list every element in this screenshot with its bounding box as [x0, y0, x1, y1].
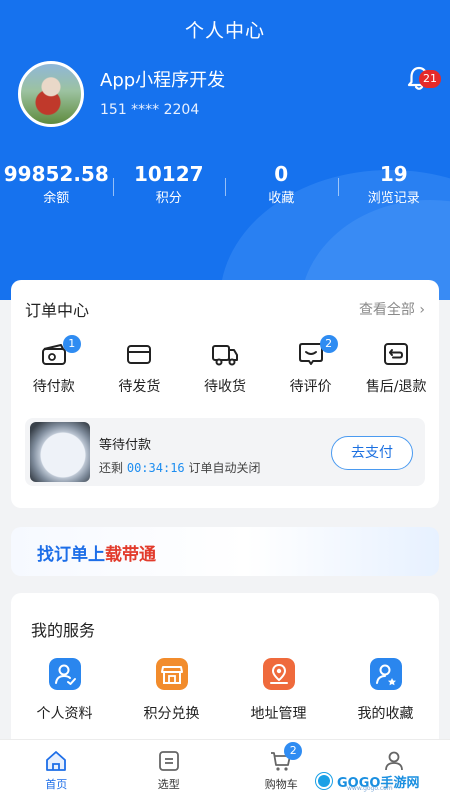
watermark-url: www.gogo.com [347, 785, 393, 792]
stat-value: 99852.58 [3, 162, 109, 186]
pending-countdown: 还剩 00:34:16 订单自动关闭 [99, 459, 260, 476]
service-label: 我的收藏 [357, 706, 414, 722]
user-name: App小程序开发 [100, 70, 226, 91]
order-label: 待收货 [203, 379, 246, 395]
watermark-logo-icon [316, 773, 332, 789]
order-label: 待发货 [118, 379, 161, 395]
countdown-prefix: 还剩 [99, 461, 124, 475]
services-card: 我的服务 个人资料 积分兑换 地址管理 我的收藏 [11, 593, 439, 753]
stat-label: 收藏 [268, 191, 295, 206]
stat-label: 余额 [43, 191, 70, 206]
banner-text-part2: 载带通 [105, 545, 156, 565]
stat-balance[interactable]: 99852.58 余额 [0, 160, 113, 216]
view-all-link[interactable]: 查看全部 › [359, 299, 425, 319]
page-title: 个人中心 [184, 20, 265, 42]
notification-badge: 21 [419, 70, 441, 88]
order-label: 待付款 [32, 379, 75, 395]
service-profile[interactable]: 个人资料 [11, 658, 118, 723]
tab-home[interactable]: 首页 [0, 740, 113, 800]
home-icon [46, 751, 67, 771]
stat-value: 19 [379, 162, 408, 186]
user-profile-icon [48, 658, 81, 690]
pending-order-card[interactable]: 等待付款 还剩 00:34:16 订单自动关闭 去支付 [25, 418, 425, 486]
order-status-row: 1 待付款 待发货 待收货 2 待评价 售后/退款 [11, 335, 439, 405]
stat-points[interactable]: 10127 积分 [112, 160, 226, 216]
cart-badge: 2 [284, 742, 303, 760]
banner-text-part1: 找订单上 [37, 545, 105, 565]
service-label: 地址管理 [250, 706, 307, 722]
stat-label: 积分 [155, 191, 182, 206]
truck-icon [211, 345, 238, 366]
list-icon [158, 751, 179, 771]
stat-label: 浏览记录 [367, 191, 420, 206]
pay-button[interactable]: 去支付 [331, 436, 413, 470]
order-label: 待评价 [289, 379, 332, 395]
order-badge: 2 [319, 335, 338, 353]
order-pending-shipment[interactable]: 待发货 [97, 335, 183, 405]
watermark: GOGO手游网 www.gogo.com [313, 770, 447, 792]
profile-header: 个人中心 App小程序开发 151 **** 2204 21 99852.58 … [0, 0, 450, 300]
order-pending-payment[interactable]: 1 待付款 [11, 335, 97, 405]
order-center-card: 订单中心 查看全部 › 1 待付款 待发货 待收货 2 待评价 售后/退款 等待… [11, 280, 439, 508]
order-pending-review[interactable]: 2 待评价 [268, 335, 354, 405]
service-label: 个人资料 [36, 706, 93, 722]
tab-label: 首页 [45, 778, 68, 791]
countdown-time: 00:34:16 [126, 461, 185, 475]
service-address[interactable]: 地址管理 [225, 658, 332, 723]
order-center-title: 订单中心 [25, 301, 90, 320]
countdown-suffix: 订单自动关闭 [188, 461, 261, 475]
pending-order-title: 等待付款 [99, 438, 152, 453]
order-badge: 1 [62, 335, 81, 353]
store-icon [155, 658, 188, 690]
tab-label: 选型 [157, 778, 180, 791]
stat-favorites[interactable]: 0 收藏 [225, 160, 338, 216]
favorite-user-icon [369, 658, 402, 690]
service-favorites[interactable]: 我的收藏 [332, 658, 439, 723]
order-label: 售后/退款 [365, 379, 427, 395]
location-icon [262, 658, 295, 690]
view-all-label: 查看全部 [358, 302, 415, 318]
order-pending-receipt[interactable]: 待收货 [182, 335, 268, 405]
tab-selection[interactable]: 选型 [113, 740, 226, 800]
banner-text: 找订单上载带通 [37, 540, 156, 565]
promo-banner[interactable]: 找订单上载带通 [11, 527, 439, 576]
product-thumbnail [30, 422, 90, 482]
order-after-sales[interactable]: 售后/退款 [353, 335, 439, 405]
stat-value: 0 [274, 162, 289, 186]
card-icon [127, 345, 152, 364]
stats-bar: 99852.58 余额 10127 积分 0 收藏 19 浏览记录 [0, 160, 450, 216]
stat-history[interactable]: 19 浏览记录 [337, 160, 450, 216]
services-title: 我的服务 [31, 621, 96, 640]
chevron-right-icon: › [419, 302, 425, 318]
return-icon [384, 343, 409, 365]
avatar[interactable] [18, 61, 84, 127]
service-label: 积分兑换 [143, 706, 200, 722]
services-row: 个人资料 积分兑换 地址管理 我的收藏 [11, 658, 439, 723]
service-points-exchange[interactable]: 积分兑换 [118, 658, 225, 723]
user-phone: 151 **** 2204 [100, 102, 200, 118]
stat-value: 10127 [133, 162, 204, 186]
